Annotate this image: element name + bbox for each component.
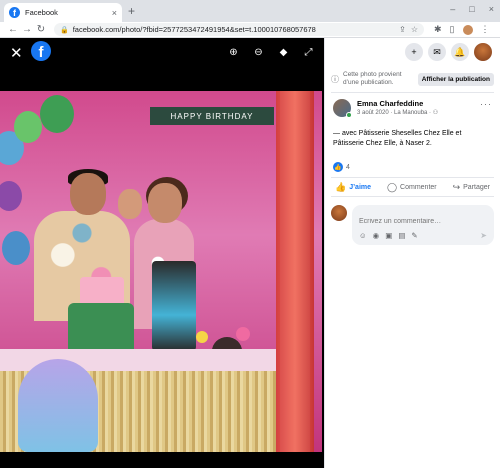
comment-field[interactable]: ☺ ◉ ▣ ▤ ✎ ➤ xyxy=(352,205,494,245)
birthday-photo[interactable]: HAPPY BIRTHDAY xyxy=(0,91,322,452)
comment-button[interactable]: ◯ Commenter xyxy=(387,182,437,193)
share-label: Partager xyxy=(463,183,490,191)
post-author: Emna Charfeddine 3 août 2020 · La Manoub… xyxy=(325,97,500,121)
like-reaction-icon: 👍 xyxy=(333,162,343,172)
avatar-sticker-icon[interactable]: ☺ xyxy=(359,231,367,240)
man-head xyxy=(70,173,106,215)
browser-tab[interactable]: f Facebook × xyxy=(4,3,122,22)
fullscreen-icon[interactable]: ⤢ xyxy=(303,47,314,58)
gif-icon[interactable]: ▤ xyxy=(398,231,405,240)
url-text[interactable]: facebook.com/photo/?fbid=257725347249195… xyxy=(73,25,394,34)
camera-icon[interactable]: ▣ xyxy=(385,231,392,240)
extensions-area: ✱ ▯ ⋮ xyxy=(434,24,490,35)
tag-icon[interactable]: ◆ xyxy=(278,47,289,58)
birthday-cake xyxy=(68,303,134,355)
account-avatar[interactable] xyxy=(474,43,492,61)
source-notice: ⓘ Cette photo provient d’une publication… xyxy=(325,66,500,88)
panel-top-bar: + ✉ 🔔 xyxy=(325,38,500,66)
reactions-summary[interactable]: 👍 4 xyxy=(325,159,500,175)
back-arrow-icon[interactable]: ← xyxy=(6,24,20,35)
comment-composer: ☺ ◉ ▣ ▤ ✎ ➤ xyxy=(325,199,500,251)
balloon-blue-2 xyxy=(2,231,30,265)
sticker-icon[interactable]: ✎ xyxy=(411,231,417,240)
photo-viewer: ✕ f ⊕ ⊖ ◆ ⤢ HAPPY BIRTHDAY xyxy=(0,38,324,468)
comment-tools: ☺ ◉ ▣ ▤ ✎ xyxy=(359,231,418,240)
extensions-puzzle-icon[interactable]: ✱ xyxy=(434,24,442,35)
browser-toolbar: ← → ↻ 🔒 facebook.com/photo/?fbid=2577253… xyxy=(0,22,500,38)
balloon-dark-green xyxy=(40,95,74,133)
commenter-avatar xyxy=(331,205,347,221)
comment-input[interactable] xyxy=(359,218,487,225)
reaction-count[interactable]: 4 xyxy=(346,164,350,171)
facebook-logo-icon[interactable]: f xyxy=(31,41,51,61)
minimize-icon[interactable]: – xyxy=(450,4,455,14)
woman-head xyxy=(148,183,182,223)
balloon-green xyxy=(14,111,42,143)
author-info: Emna Charfeddine 3 août 2020 · La Manoub… xyxy=(357,99,480,116)
address-bar[interactable]: 🔒 facebook.com/photo/?fbid=2577253472491… xyxy=(54,23,424,36)
child-head xyxy=(118,189,142,219)
notifications-bell-icon[interactable]: 🔔 xyxy=(451,43,469,61)
flower-yellow xyxy=(196,331,208,343)
divider xyxy=(331,92,494,93)
maximize-icon[interactable]: □ xyxy=(469,4,474,14)
send-icon[interactable]: ➤ xyxy=(480,231,487,240)
bookmark-star-icon[interactable]: ☆ xyxy=(411,25,418,34)
share-button[interactable]: ↪ Partager xyxy=(453,182,490,193)
cupcake-stand xyxy=(152,261,196,351)
emoji-icon[interactable]: ◉ xyxy=(373,231,380,240)
post-actions: 👍 J’aime ◯ Commenter ↪ Partager xyxy=(331,177,494,197)
pillar-highlight xyxy=(280,91,310,452)
like-button[interactable]: 👍 J’aime xyxy=(335,182,371,193)
online-status-dot xyxy=(346,112,352,118)
zoom-in-icon[interactable]: ⊕ xyxy=(228,47,239,58)
post-side-panel: + ✉ 🔔 ⓘ Cette photo provient d’une publi… xyxy=(324,38,500,468)
new-tab-button[interactable]: + xyxy=(128,4,135,18)
post-meta: 3 août 2020 · La Manouba · ⚇ xyxy=(357,110,439,116)
author-avatar[interactable] xyxy=(333,99,352,118)
notice-text: Cette photo provient d’une publication. xyxy=(343,71,402,86)
create-button[interactable]: + xyxy=(405,43,423,61)
comment-bubble-icon: ◯ xyxy=(386,181,398,192)
post-caption: — avec Pâtisserie Sheselles Chez Elle et… xyxy=(333,130,462,147)
tab-close-icon[interactable]: × xyxy=(112,8,117,18)
lock-icon[interactable]: 🔒 xyxy=(60,26,69,34)
facebook-favicon-icon: f xyxy=(9,7,20,18)
tab-title: Facebook xyxy=(25,8,58,17)
window-controls: – □ × xyxy=(450,4,494,14)
profile-avatar[interactable] xyxy=(462,24,473,35)
number-one-balloon xyxy=(18,359,98,452)
flower-pink xyxy=(236,327,250,341)
more-options-icon[interactable]: ··· xyxy=(480,99,492,109)
messenger-icon[interactable]: ✉ xyxy=(428,43,446,61)
comment-label: Commenter xyxy=(400,183,437,191)
window-close-icon[interactable]: × xyxy=(489,4,494,14)
zoom-out-icon[interactable]: ⊖ xyxy=(253,47,264,58)
view-post-button[interactable]: Afficher la publication xyxy=(417,72,494,86)
viewer-tools: ⊕ ⊖ ◆ ⤢ xyxy=(228,47,314,58)
author-name[interactable]: Emna Charfeddine xyxy=(357,99,480,108)
happy-birthday-sign: HAPPY BIRTHDAY xyxy=(150,107,274,125)
chrome-menu-icon[interactable]: ⋮ xyxy=(481,24,490,35)
like-label: J’aime xyxy=(349,183,372,191)
side-panel-icon[interactable]: ▯ xyxy=(450,24,455,35)
share-icon[interactable]: ⇪ xyxy=(399,25,406,34)
info-icon: ⓘ xyxy=(331,74,339,84)
thumbs-up-icon: 👍 xyxy=(335,181,347,192)
browser-tab-strip: f Facebook × + – □ × xyxy=(0,0,500,22)
share-arrow-icon: ↪ xyxy=(452,181,461,192)
forward-arrow-icon[interactable]: → xyxy=(20,24,34,35)
reload-icon[interactable]: ↻ xyxy=(34,24,48,35)
close-viewer-icon[interactable]: ✕ xyxy=(10,44,23,62)
